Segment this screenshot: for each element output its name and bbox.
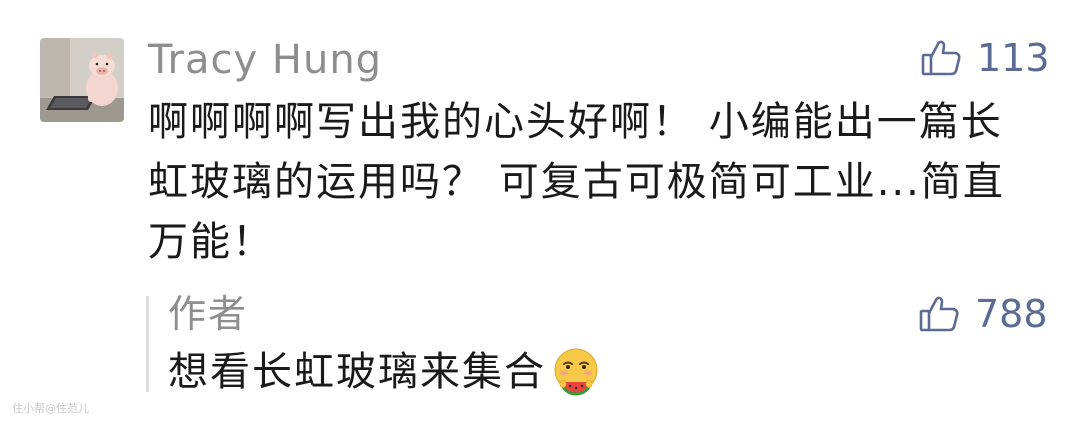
- reply-text: 想看长虹玻璃来集合: [168, 349, 546, 395]
- comment-like-button[interactable]: 113: [919, 36, 1050, 80]
- comment-text-line: 啊啊啊啊写出我的心头好啊！ 小编能出一篇长: [148, 99, 1003, 145]
- watermark: 住小帮@住范儿: [12, 402, 89, 415]
- reply-author: 作者: [168, 292, 249, 336]
- thumbs-up-icon: [919, 296, 959, 332]
- pig-at-laptop-avatar: [40, 38, 124, 122]
- comment-username[interactable]: Tracy Hung: [148, 36, 382, 84]
- reply-divider: [146, 296, 149, 392]
- comment-text-line: 万能！: [148, 219, 274, 265]
- comment-body: 啊啊啊啊写出我的心头好啊！ 小编能出一篇长 虹玻璃的运用吗？ 可复古可极简可工业…: [148, 92, 1048, 272]
- eating-watermelon-emoji: [554, 348, 598, 396]
- user-avatar[interactable]: [40, 38, 124, 122]
- comment-text-line: 虹玻璃的运用吗？ 可复古可极简可工业...简直: [148, 159, 1005, 205]
- reply-like-count: 788: [975, 292, 1048, 336]
- comment-like-count: 113: [977, 36, 1050, 80]
- reply-body: 想看长虹玻璃来集合: [168, 344, 602, 400]
- reply-like-button[interactable]: 788: [917, 292, 1048, 336]
- thumbs-up-icon: [921, 40, 961, 76]
